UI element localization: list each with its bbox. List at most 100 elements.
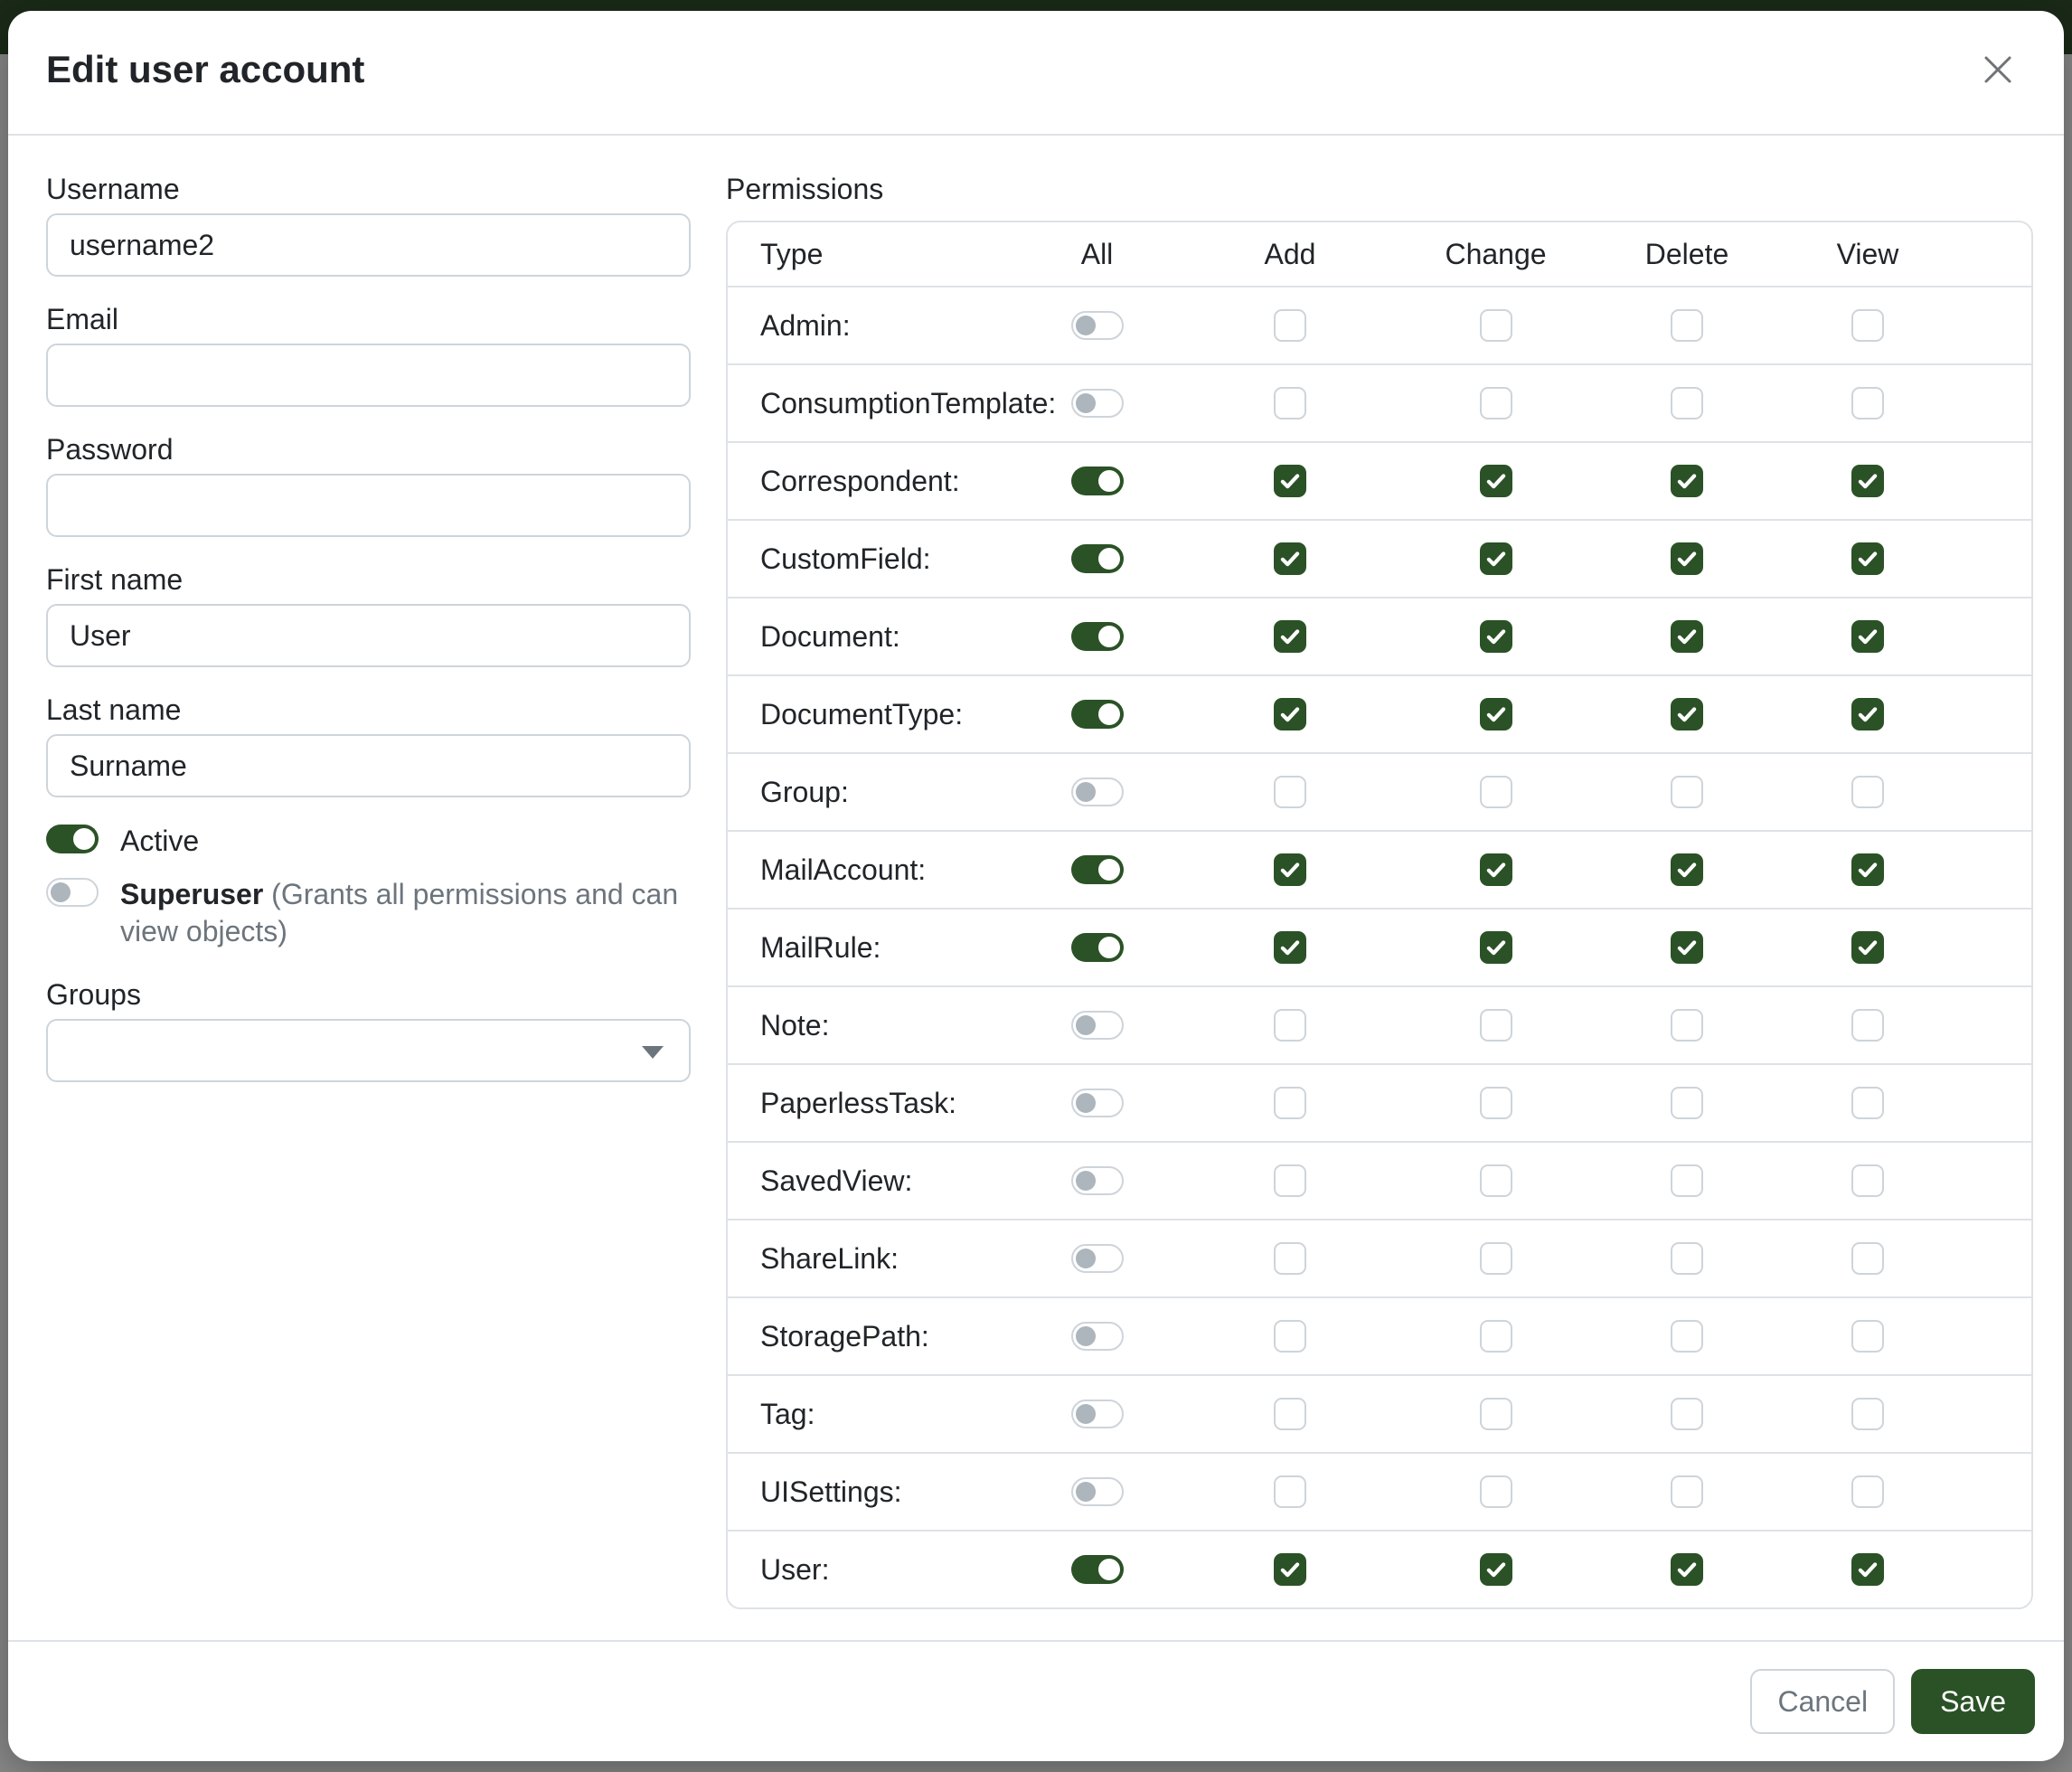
permission-add-checkbox[interactable] [1274,387,1306,419]
close-button[interactable] [1973,45,2022,94]
permission-add-checkbox[interactable] [1274,620,1306,653]
permission-delete-checkbox[interactable] [1671,853,1703,886]
permission-view-checkbox[interactable] [1851,698,1884,730]
permission-view-checkbox[interactable] [1851,853,1884,886]
permission-delete-checkbox[interactable] [1671,1009,1703,1042]
permission-view-checkbox[interactable] [1851,776,1884,808]
permission-view-checkbox[interactable] [1851,1009,1884,1042]
permission-all-toggle[interactable] [1071,311,1124,340]
permission-view-checkbox[interactable] [1851,931,1884,964]
save-button[interactable]: Save [1911,1669,2035,1734]
permission-all-toggle[interactable] [1071,467,1124,495]
permission-delete-checkbox[interactable] [1671,776,1703,808]
permission-add-checkbox[interactable] [1274,1553,1306,1586]
permission-delete-checkbox[interactable] [1671,1320,1703,1353]
permission-all-toggle[interactable] [1071,1244,1124,1273]
permission-add-checkbox[interactable] [1274,1320,1306,1353]
permission-change-checkbox[interactable] [1480,931,1512,964]
permission-view-checkbox[interactable] [1851,542,1884,575]
permission-add-checkbox[interactable] [1274,1475,1306,1508]
groups-select[interactable] [46,1019,691,1082]
permission-change-checkbox[interactable] [1480,309,1512,342]
permission-change-checkbox[interactable] [1480,776,1512,808]
permission-add-checkbox[interactable] [1274,1009,1306,1042]
permission-change-checkbox[interactable] [1480,1087,1512,1119]
permission-view-checkbox[interactable] [1851,309,1884,342]
permission-add-checkbox[interactable] [1274,1398,1306,1430]
permission-delete-checkbox[interactable] [1671,931,1703,964]
first-name-field[interactable] [46,604,691,667]
permission-change-checkbox[interactable] [1480,1320,1512,1353]
permission-add-checkbox[interactable] [1274,465,1306,497]
permission-add-checkbox[interactable] [1274,309,1306,342]
email-field[interactable] [46,344,691,407]
superuser-toggle[interactable] [46,878,99,907]
permission-row: DocumentType: [728,674,2031,752]
permission-delete-checkbox[interactable] [1671,698,1703,730]
permission-delete-checkbox[interactable] [1671,1242,1703,1275]
permission-view-checkbox[interactable] [1851,465,1884,497]
permission-delete-checkbox[interactable] [1671,1475,1703,1508]
permission-delete-checkbox[interactable] [1671,1398,1703,1430]
permission-delete-checkbox[interactable] [1671,542,1703,575]
permission-all-toggle[interactable] [1071,544,1124,573]
password-field[interactable] [46,474,691,537]
permission-all-toggle[interactable] [1071,700,1124,729]
permission-delete-checkbox[interactable] [1671,1164,1703,1197]
permission-all-toggle[interactable] [1071,1322,1124,1351]
permission-add-checkbox[interactable] [1274,1087,1306,1119]
permission-all-toggle[interactable] [1071,1555,1124,1584]
permission-all-toggle[interactable] [1071,933,1124,962]
permission-change-checkbox[interactable] [1480,1009,1512,1042]
permission-change-checkbox[interactable] [1480,620,1512,653]
permission-change-checkbox[interactable] [1480,387,1512,419]
permission-change-checkbox[interactable] [1480,1242,1512,1275]
permission-view-checkbox[interactable] [1851,1320,1884,1353]
permission-delete-checkbox[interactable] [1671,465,1703,497]
active-toggle[interactable] [46,825,99,853]
permission-change-checkbox[interactable] [1480,1164,1512,1197]
permission-all-toggle[interactable] [1071,1166,1124,1195]
cancel-button[interactable]: Cancel [1750,1669,1895,1734]
permission-all-toggle[interactable] [1071,778,1124,806]
permission-view-checkbox[interactable] [1851,1242,1884,1275]
permission-add-checkbox[interactable] [1274,1164,1306,1197]
permission-change-checkbox[interactable] [1480,698,1512,730]
permission-all-toggle[interactable] [1071,622,1124,651]
permission-add-checkbox[interactable] [1274,853,1306,886]
permission-view-checkbox[interactable] [1851,1087,1884,1119]
permission-change-checkbox[interactable] [1480,1398,1512,1430]
permission-delete-checkbox[interactable] [1671,1087,1703,1119]
permission-all-toggle[interactable] [1071,855,1124,884]
permission-change-checkbox[interactable] [1480,1475,1512,1508]
permission-delete-checkbox[interactable] [1671,620,1703,653]
permission-view-checkbox[interactable] [1851,620,1884,653]
last-name-field[interactable] [46,734,691,797]
permission-view-checkbox[interactable] [1851,1475,1884,1508]
permission-add-checkbox[interactable] [1274,542,1306,575]
permission-add-checkbox[interactable] [1274,776,1306,808]
permission-change-checkbox[interactable] [1480,542,1512,575]
permission-all-toggle[interactable] [1071,389,1124,418]
permission-add-checkbox[interactable] [1274,1242,1306,1275]
permission-all-toggle[interactable] [1071,1011,1124,1040]
permission-view-checkbox[interactable] [1851,387,1884,419]
permission-all-toggle[interactable] [1071,1400,1124,1428]
permission-row: Admin: [728,286,2031,363]
permission-change-checkbox[interactable] [1480,853,1512,886]
permission-change-checkbox[interactable] [1480,1553,1512,1586]
groups-label: Groups [46,977,691,1012]
permission-delete-checkbox[interactable] [1671,309,1703,342]
permission-view-checkbox[interactable] [1851,1398,1884,1430]
username-input[interactable] [46,213,691,277]
permission-delete-checkbox[interactable] [1671,387,1703,419]
permission-add-checkbox[interactable] [1274,931,1306,964]
permission-add-checkbox[interactable] [1274,698,1306,730]
toggle-knob [1076,1482,1096,1502]
permission-all-toggle[interactable] [1071,1089,1124,1117]
permission-all-toggle[interactable] [1071,1477,1124,1506]
permission-view-checkbox[interactable] [1851,1164,1884,1197]
permission-view-checkbox[interactable] [1851,1553,1884,1586]
permission-delete-checkbox[interactable] [1671,1553,1703,1586]
permission-change-checkbox[interactable] [1480,465,1512,497]
